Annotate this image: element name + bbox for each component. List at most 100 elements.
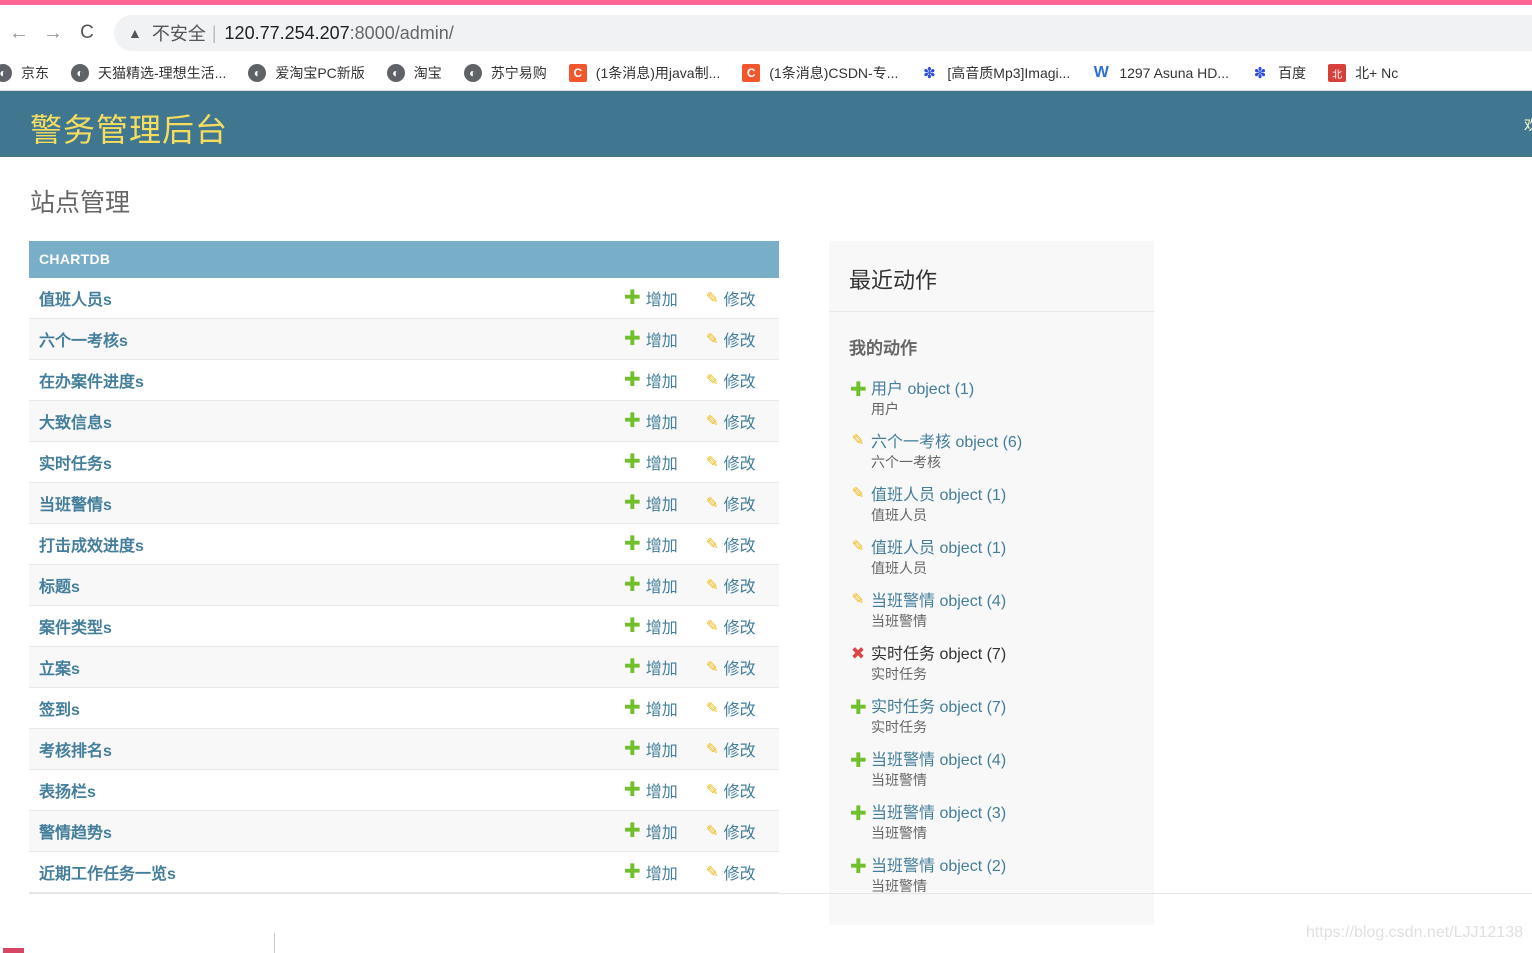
forward-icon[interactable]: → — [38, 22, 68, 45]
pencil-icon: ✎ — [706, 494, 719, 512]
add-link[interactable]: ✚ 增加 — [624, 573, 678, 597]
w-icon: W — [1093, 64, 1109, 81]
pencil-icon: ✎ — [706, 863, 719, 881]
pencil-icon: ✎ — [851, 591, 865, 608]
insecure-label[interactable]: 不安全 — [152, 20, 206, 46]
action-object-link[interactable]: 用户 object (1) — [871, 380, 1154, 400]
add-link[interactable]: ✚ 增加 — [624, 532, 678, 556]
add-link[interactable]: ✚ 增加 — [624, 409, 678, 433]
module-caption[interactable]: CHARTDB — [29, 241, 779, 278]
add-link[interactable]: ✚ 增加 — [624, 450, 678, 474]
change-link[interactable]: ✎ 修改 — [706, 778, 756, 802]
change-link[interactable]: ✎ 修改 — [706, 450, 756, 474]
model-row: 签到s ✚ 增加 ✎ 修改 — [29, 688, 779, 729]
change-link[interactable]: ✎ 修改 — [706, 573, 756, 597]
add-label: 增加 — [645, 743, 678, 760]
change-label: 修改 — [723, 784, 756, 801]
action-object-link[interactable]: 值班人员 object (1) — [871, 486, 1154, 506]
bookmark-item[interactable]: C (1条消息)用java制... — [568, 63, 720, 83]
warning-icon[interactable]: ▲ — [128, 25, 142, 41]
add-link[interactable]: ✚ 增加 — [624, 860, 678, 884]
add-link[interactable]: ✚ 增加 — [624, 327, 678, 351]
action-object-link[interactable]: 当班警情 object (2) — [871, 857, 1154, 877]
change-link[interactable]: ✎ 修改 — [706, 614, 756, 638]
add-link[interactable]: ✚ 增加 — [624, 614, 678, 638]
bookmark-label: 爱淘宝PC新版 — [275, 65, 365, 81]
change-link[interactable]: ✎ 修改 — [706, 532, 756, 556]
recent-action-item: ✚ 当班警情 object (2) 当班警情 — [829, 857, 1154, 910]
site-brand[interactable]: 警务管理后台 — [30, 105, 228, 151]
pencil-icon: ✎ — [706, 699, 719, 717]
action-object-link[interactable]: 当班警情 object (3) — [871, 804, 1154, 824]
add-label: 增加 — [645, 538, 678, 555]
bookmark-item[interactable]: ◐ 京东 — [0, 63, 49, 83]
address-bar[interactable]: ▲ 不安全 | 120.77.254.207 :8000/admin/ — [114, 15, 1532, 51]
change-link[interactable]: ✎ 修改 — [706, 737, 756, 761]
baidu-paw-icon: ✽ — [923, 65, 936, 82]
recent-action-item: ✖ 实时任务 object (7) 实时任务 — [829, 645, 1154, 698]
change-link[interactable]: ✎ 修改 — [706, 860, 756, 884]
change-link[interactable]: ✎ 修改 — [706, 491, 756, 515]
add-label: 增加 — [645, 784, 678, 801]
change-link[interactable]: ✎ 修改 — [706, 655, 756, 679]
add-icon: ✚ — [850, 856, 867, 878]
model-row: 实时任务s ✚ 增加 ✎ 修改 — [29, 442, 779, 483]
model-row: 大致信息s ✚ 增加 ✎ 修改 — [29, 401, 779, 442]
add-link[interactable]: ✚ 增加 — [624, 655, 678, 679]
add-link[interactable]: ✚ 增加 — [624, 696, 678, 720]
add-link[interactable]: ✚ 增加 — [624, 819, 678, 843]
pencil-icon: ✎ — [706, 740, 719, 758]
recent-action-item: ✚ 当班警情 object (3) 当班警情 — [829, 804, 1154, 857]
change-link[interactable]: ✎ 修改 — [706, 368, 756, 392]
add-icon: ✚ — [850, 379, 867, 401]
model-row: 立案s ✚ 增加 ✎ 修改 — [29, 647, 779, 688]
add-icon: ✚ — [850, 697, 867, 719]
bookmark-item[interactable]: 北北+ Nc — [1328, 63, 1398, 83]
add-icon: ✚ — [624, 328, 641, 350]
bookmark-item[interactable]: ✽ [高音质Mp3]Imagi... — [920, 63, 1070, 83]
action-object-link[interactable]: 当班警情 object (4) — [871, 592, 1154, 612]
add-link[interactable]: ✚ 增加 — [624, 778, 678, 802]
model-row: 表扬栏s ✚ 增加 ✎ 修改 — [29, 770, 779, 811]
add-icon: ✚ — [624, 451, 641, 473]
add-label: 增加 — [645, 866, 678, 883]
bookmark-label: 百度 — [1278, 65, 1307, 81]
add-link[interactable]: ✚ 增加 — [624, 491, 678, 515]
bookmark-item[interactable]: ◐ 苏宁易购 — [463, 63, 547, 83]
add-link[interactable]: ✚ 增加 — [624, 368, 678, 392]
bookmark-item[interactable]: ◐ 天猫精选-理想生活... — [71, 63, 226, 83]
pencil-icon: ✎ — [706, 576, 719, 594]
action-object-link[interactable]: 实时任务 object (7) — [871, 698, 1154, 718]
url-path[interactable]: :8000/admin/ — [350, 23, 454, 44]
bookmark-item[interactable]: ◐ 爱淘宝PC新版 — [248, 63, 365, 83]
action-object-link[interactable]: 值班人员 object (1) — [871, 539, 1154, 559]
action-object-link[interactable]: 六个一考核 object (6) — [871, 433, 1154, 453]
back-icon[interactable]: ← — [4, 22, 34, 45]
admin-header: 警务管理后台 欢 — [0, 91, 1532, 157]
change-link[interactable]: ✎ 修改 — [706, 327, 756, 351]
add-link[interactable]: ✚ 增加 — [624, 737, 678, 761]
add-icon: ✚ — [624, 492, 641, 514]
change-link[interactable]: ✎ 修改 — [706, 696, 756, 720]
model-row: 当班警情s ✚ 增加 ✎ 修改 — [29, 483, 779, 524]
reload-icon[interactable]: C — [72, 22, 102, 44]
url-host[interactable]: 120.77.254.207 — [225, 23, 350, 44]
bookmark-item[interactable]: C (1条消息)CSDN-专... — [742, 63, 898, 83]
action-content-type: 实时任务 — [871, 666, 927, 682]
bookmark-item[interactable]: W 1297 Asuna HD... — [1092, 64, 1229, 82]
change-link[interactable]: ✎ 修改 — [706, 409, 756, 433]
change-link[interactable]: ✎ 修改 — [706, 819, 756, 843]
bookmark-item[interactable]: ✽ 百度 — [1251, 63, 1306, 83]
change-label: 修改 — [723, 538, 756, 555]
address-separator: | — [211, 22, 217, 43]
globe-icon: ◐ — [0, 64, 12, 82]
change-label: 修改 — [723, 743, 756, 760]
action-object-link[interactable]: 当班警情 object (4) — [871, 751, 1154, 771]
bookmark-item[interactable]: ◐ 淘宝 — [386, 63, 442, 83]
taskbar-separator — [274, 933, 275, 953]
add-link[interactable]: ✚ 增加 — [624, 286, 678, 310]
change-link[interactable]: ✎ 修改 — [706, 286, 756, 310]
bookmark-label: 淘宝 — [413, 65, 442, 81]
change-label: 修改 — [723, 456, 756, 473]
model-row: 打击成效进度s ✚ 增加 ✎ 修改 — [29, 524, 779, 565]
